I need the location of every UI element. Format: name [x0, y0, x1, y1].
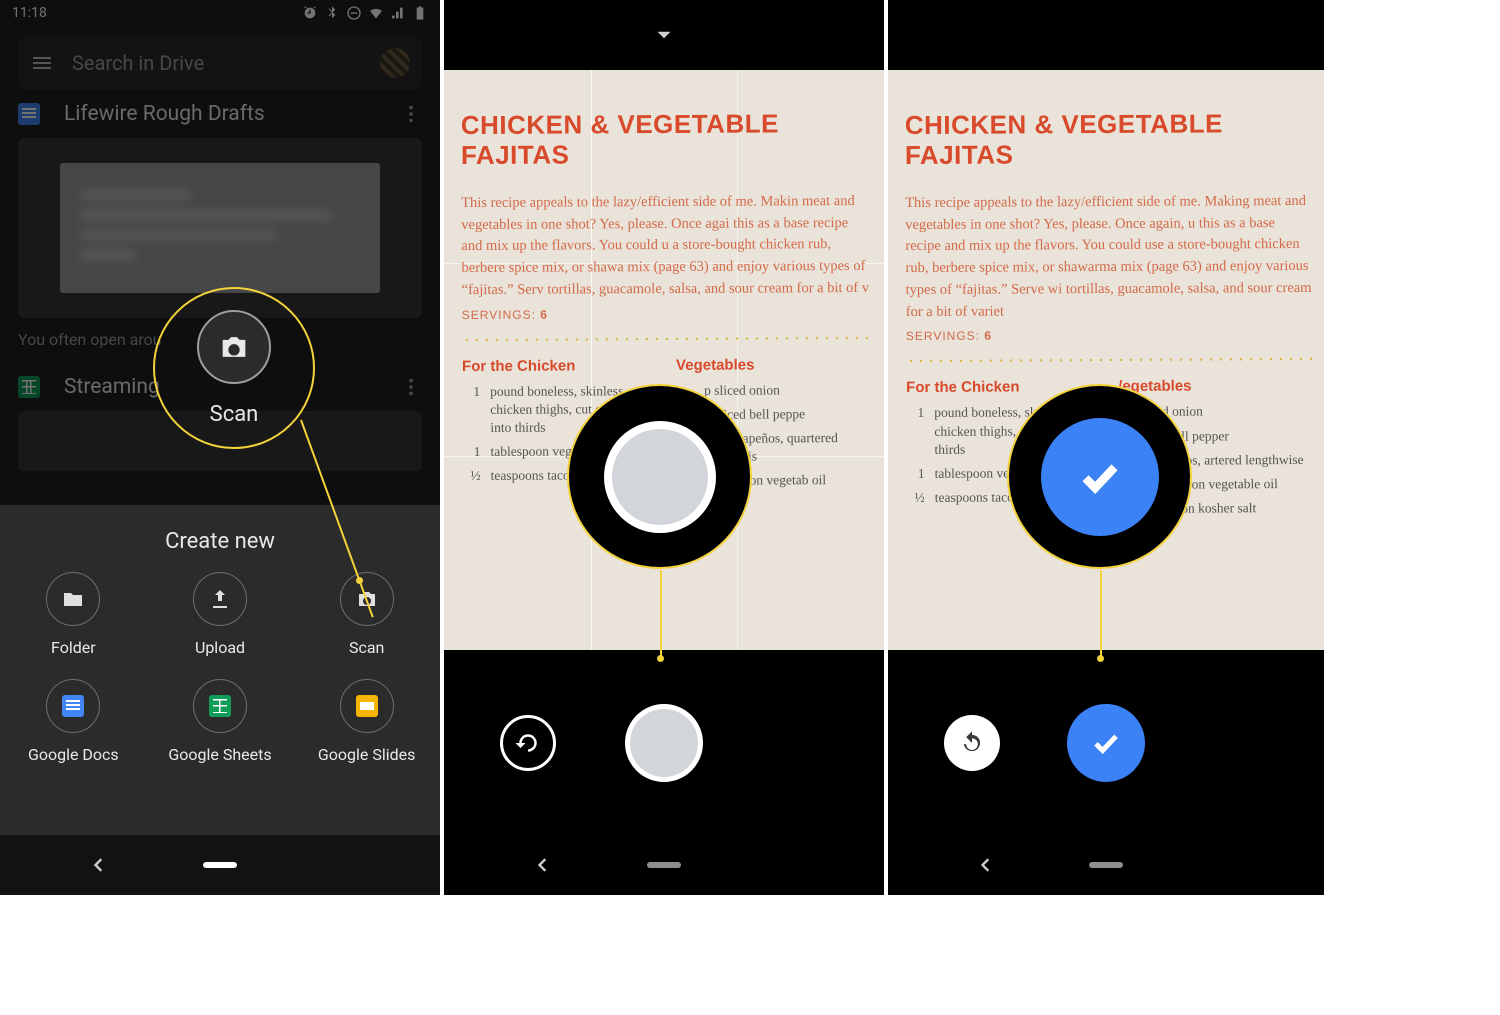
back-icon[interactable]: [975, 855, 995, 875]
file-thumbnail[interactable]: [18, 411, 422, 471]
battery-icon: [412, 5, 428, 21]
phone-camera-confirm: CHICKEN & VEGETABLEFAJITAS This recipe a…: [888, 0, 1324, 895]
alarm-icon: [302, 5, 318, 21]
create-upload[interactable]: Upload: [147, 572, 294, 657]
status-bar: 11:18: [0, 0, 440, 26]
col-head: /egetables: [1118, 377, 1312, 395]
leader-dot: [657, 655, 664, 662]
create-scan[interactable]: Scan: [293, 572, 440, 657]
upload-icon: [208, 587, 232, 611]
undo-icon: [958, 729, 986, 757]
label: Google Slides: [318, 745, 416, 764]
folder-icon: [61, 587, 85, 611]
create-docs[interactable]: Google Docs: [0, 679, 147, 764]
flip-icon: [513, 728, 543, 758]
recipe-title: CHICKEN & VEGETABLE: [905, 108, 1223, 140]
chevron-down-icon[interactable]: [651, 22, 677, 48]
nav-bar: [888, 835, 1324, 895]
back-icon[interactable]: [88, 855, 108, 875]
home-pill[interactable]: [647, 862, 681, 868]
camera-top-bar: [888, 0, 1324, 70]
more-icon[interactable]: [400, 376, 422, 398]
sheets-icon: [209, 695, 231, 717]
leader-line: [1100, 570, 1102, 658]
search-placeholder: Search in Drive: [72, 51, 362, 75]
label: Google Sheets: [168, 745, 271, 764]
recipe-intro: This recipe appeals to the lazy/efficien…: [461, 191, 872, 302]
avatar[interactable]: [380, 48, 410, 78]
recipe-title: CHICKEN & VEGETABLE: [461, 108, 779, 140]
home-pill[interactable]: [203, 862, 237, 868]
leader-line: [660, 570, 662, 658]
docs-icon: [62, 695, 84, 717]
create-sheets[interactable]: Google Sheets: [147, 679, 294, 764]
more-icon[interactable]: [400, 103, 422, 125]
phone-drive: 11:18 Search in Drive Lifewire Rough Dra…: [0, 0, 440, 895]
menu-icon[interactable]: [30, 51, 54, 75]
viewfinder: CHICKEN & VEGETABLEFAJITAS This recipe a…: [444, 70, 884, 650]
bluetooth-icon: [324, 5, 340, 21]
recipe-intro: This recipe appeals to the lazy/efficien…: [905, 191, 1312, 324]
nav-bar: [0, 835, 440, 895]
camera-controls: [888, 650, 1324, 835]
file-row-1[interactable]: Lifewire Rough Drafts: [0, 90, 440, 138]
col-head: For the Chicken: [906, 378, 1100, 396]
wifi-icon: [368, 5, 384, 21]
docs-icon: [18, 103, 40, 125]
file-thumbnail[interactable]: [18, 138, 422, 318]
file-title: Lifewire Rough Drafts: [64, 102, 376, 126]
phone-camera-capture: CHICKEN & VEGETABLEFAJITAS This recipe a…: [444, 0, 884, 895]
create-folder[interactable]: Folder: [0, 572, 147, 657]
sheet-title: Create new: [0, 505, 440, 572]
leader-dot: [356, 577, 363, 584]
check-icon: [1086, 723, 1126, 763]
slides-icon: [356, 695, 378, 717]
camera-top-bar: [444, 0, 884, 70]
label: Folder: [51, 638, 96, 657]
viewfinder: CHICKEN & VEGETABLEFAJITAS This recipe a…: [888, 70, 1324, 650]
flip-camera-button[interactable]: [500, 715, 556, 771]
file-title: Streaming: [64, 375, 376, 399]
home-pill[interactable]: [1089, 862, 1123, 868]
nav-bar: [444, 835, 884, 895]
suggestion-hint: You often open arou: [0, 324, 440, 363]
create-slides[interactable]: Google Slides: [293, 679, 440, 764]
signal-icon: [390, 5, 406, 21]
col-head: For the Chicken: [462, 357, 658, 375]
retake-button[interactable]: [944, 715, 1000, 771]
dnd-icon: [346, 5, 362, 21]
camera-controls: [444, 650, 884, 835]
confirm-button[interactable]: [1067, 704, 1145, 782]
sheets-icon: [18, 376, 40, 398]
create-new-sheet: Create new Folder Upload Scan Google Doc…: [0, 505, 440, 835]
back-icon[interactable]: [532, 855, 552, 875]
clock: 11:18: [12, 5, 47, 21]
label: Scan: [349, 638, 384, 657]
leader-dot: [1097, 655, 1104, 662]
search-bar[interactable]: Search in Drive: [18, 36, 422, 90]
label: Upload: [195, 638, 245, 657]
file-row-2[interactable]: Streaming: [0, 363, 440, 411]
col-head: Vegetables: [676, 355, 872, 373]
shutter-button[interactable]: [625, 704, 703, 782]
label: Google Docs: [28, 745, 119, 764]
